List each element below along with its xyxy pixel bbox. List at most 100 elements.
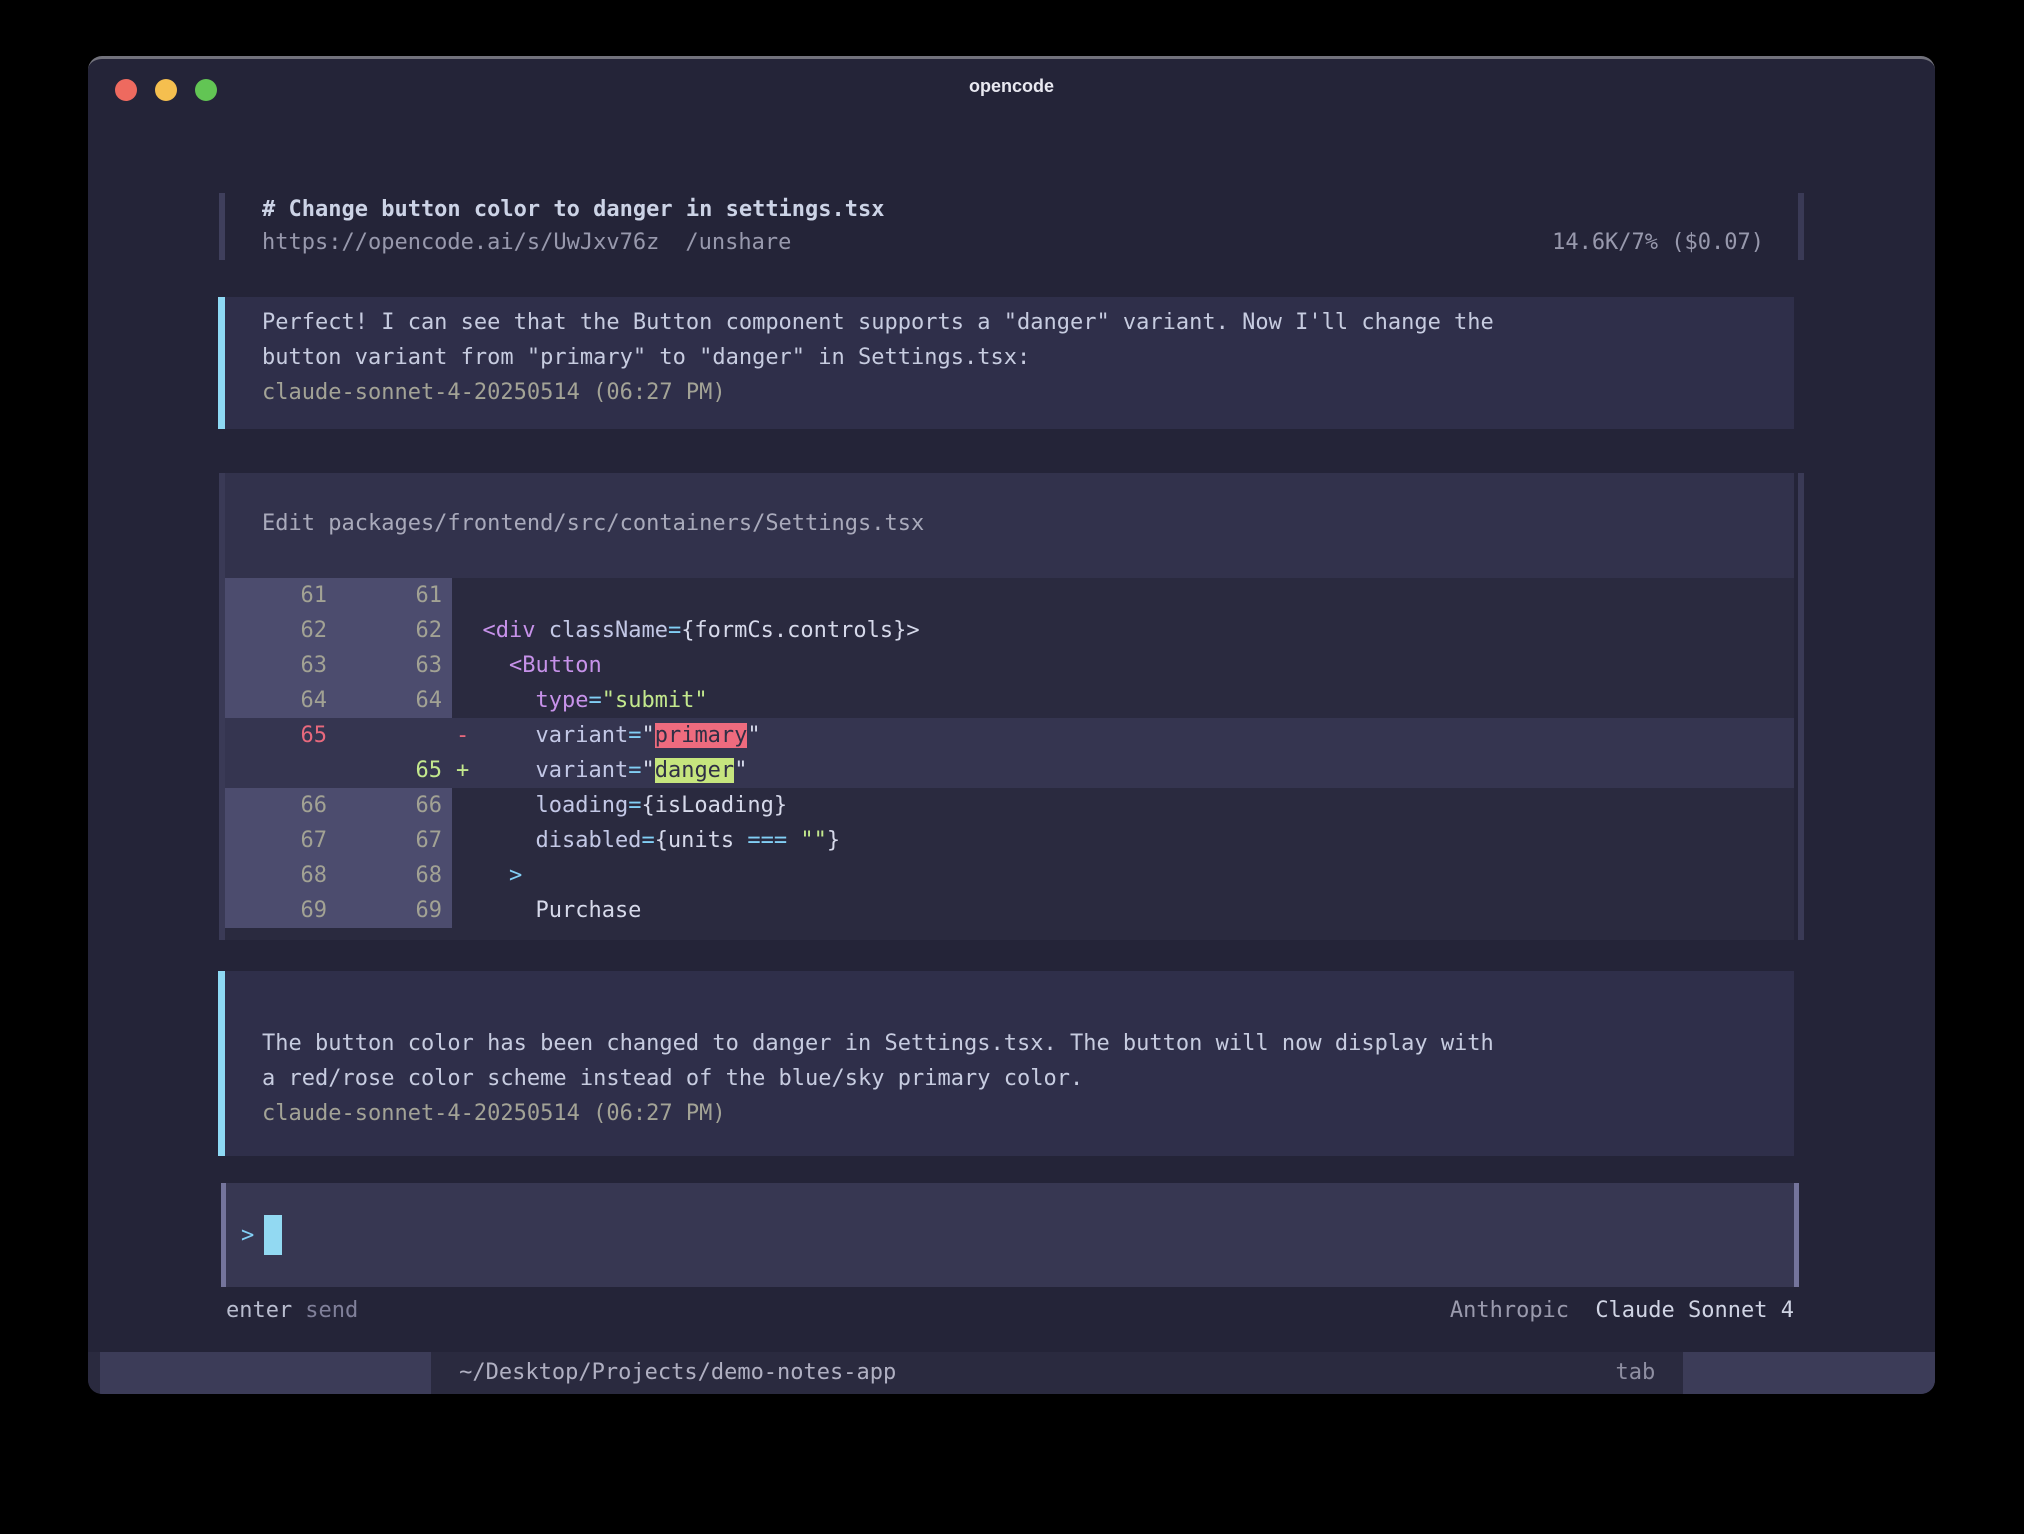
code-token: <div — [456, 618, 535, 643]
diff-view: 6161 6262 <div className={formCs.control… — [225, 578, 1794, 940]
code-token: " — [641, 758, 654, 783]
code-token — [787, 828, 800, 853]
line-number-new: 69 — [337, 893, 452, 928]
line-number-new: 62 — [337, 613, 452, 648]
session-header: # Change button color to danger in setti… — [225, 193, 1794, 260]
code-line: loading={isLoading} — [452, 788, 1794, 823]
code-line: type="submit" — [452, 683, 1794, 718]
status-bar: opencodev0.3.11 ~/Desktop/Projects/demo-… — [88, 1352, 1935, 1394]
code-token: = — [641, 828, 654, 853]
code-token: = — [668, 618, 681, 643]
code-token: "" — [800, 828, 827, 853]
cwd-path: ~/Desktop/Projects/demo-notes-app — [459, 1352, 896, 1394]
minimize-button[interactable] — [155, 79, 177, 101]
code-token: = — [588, 688, 601, 713]
code-token: {units — [655, 828, 748, 853]
removed-marker: - — [456, 723, 469, 748]
edit-tool-header: Edit packages/frontend/src/containers/Se… — [225, 473, 1794, 578]
code-token: > — [456, 863, 522, 888]
diff-row-added: 65 + variant="danger" — [225, 753, 1794, 788]
line-number-new: 63 — [337, 648, 452, 683]
diff-row: 6767 disabled={units === ""} — [225, 823, 1794, 858]
code-token: <Button — [456, 653, 602, 678]
zoom-button[interactable] — [195, 79, 217, 101]
code-token: = — [628, 793, 641, 818]
added-token: danger — [655, 758, 734, 783]
close-button[interactable] — [115, 79, 137, 101]
unshare-command[interactable]: /unshare — [685, 226, 791, 259]
code-token: {formCs.controls}> — [681, 618, 919, 643]
code-line: - variant="primary" — [452, 718, 1794, 753]
code-token: " — [734, 758, 747, 783]
opencode-window: opencode # Change button color to danger… — [88, 56, 1935, 1394]
message-text-line: Perfect! I can see that the Button compo… — [262, 305, 1794, 340]
edit-card-right-rule — [1798, 473, 1804, 940]
code-line: > — [452, 858, 1794, 893]
line-number-old: 69 — [225, 893, 337, 928]
edit-tool-card: Edit packages/frontend/src/containers/Se… — [225, 473, 1794, 940]
code-line — [452, 578, 1794, 613]
diff-row: 6666 loading={isLoading} — [225, 788, 1794, 823]
diff-row: 6363 <Button — [225, 648, 1794, 683]
line-number-new: 61 — [337, 578, 452, 613]
assistant-message: Perfect! I can see that the Button compo… — [225, 297, 1794, 429]
line-number-old: 64 — [225, 683, 337, 718]
line-number-old: 63 — [225, 648, 337, 683]
line-number-new: 68 — [337, 858, 452, 893]
diff-row: 6161 — [225, 578, 1794, 613]
tab-key-hint: tab — [1616, 1352, 1656, 1394]
added-marker: + — [456, 758, 469, 783]
app-version-badge: opencodev0.3.11 — [100, 1352, 431, 1394]
line-number-old: 68 — [225, 858, 337, 893]
code-token: loading — [456, 793, 628, 818]
code-token: variant — [469, 758, 628, 783]
line-number-old — [225, 753, 337, 788]
mode-badge[interactable]: BUILDMODE — [1683, 1352, 1935, 1394]
prompt-input[interactable]: > — [221, 1183, 1799, 1287]
titlebar: opencode — [88, 59, 1935, 113]
diff-row-removed: 65 - variant="primary" — [225, 718, 1794, 753]
code-token: " — [747, 723, 760, 748]
session-title: # Change button color to danger in setti… — [225, 193, 885, 226]
code-token: {isLoading} — [641, 793, 787, 818]
hint-send-label: send — [305, 1296, 358, 1326]
diff-row: 6969 Purchase — [225, 893, 1794, 928]
text-cursor — [264, 1215, 282, 1255]
line-number-old: 65 — [225, 718, 337, 753]
code-token: " — [641, 723, 654, 748]
code-line: disabled={units === ""} — [452, 823, 1794, 858]
removed-token: primary — [655, 723, 748, 748]
session-header-right-rule — [1798, 193, 1804, 260]
message-text-line: a red/rose color scheme instead of the b… — [262, 1061, 1794, 1096]
code-line: <div className={formCs.controls}> — [452, 613, 1794, 648]
code-token: } — [827, 828, 840, 853]
line-number-old: 61 — [225, 578, 337, 613]
code-token: variant — [469, 723, 628, 748]
assistant-message: The button color has been changed to dan… — [225, 971, 1794, 1156]
line-number-new: 67 — [337, 823, 452, 858]
code-token: = — [628, 758, 641, 783]
share-url[interactable]: https://opencode.ai/s/UwJxv76z — [262, 226, 659, 259]
model-indicator: Anthropic Claude Sonnet 4 — [1450, 1296, 1794, 1326]
status-bar-spacer — [896, 1352, 1615, 1394]
assistant-message-accent-bar — [218, 297, 225, 429]
code-token: = — [628, 723, 641, 748]
message-meta: claude-sonnet-4-20250514 (06:27 PM) — [262, 1096, 1794, 1131]
prompt-symbol: > — [241, 1223, 254, 1248]
code-line: Purchase — [452, 893, 1794, 928]
diff-row: 6262 <div className={formCs.controls}> — [225, 613, 1794, 648]
code-token: type — [456, 688, 588, 713]
footer-hints: enter send Anthropic Claude Sonnet 4 — [226, 1296, 1794, 1326]
message-text-line: button variant from "primary" to "danger… — [262, 340, 1794, 375]
code-token: disabled — [456, 828, 641, 853]
code-line: + variant="danger" — [452, 753, 1794, 788]
line-number-old: 62 — [225, 613, 337, 648]
model-name: Claude Sonnet 4 — [1595, 1298, 1794, 1323]
window-title: opencode — [969, 76, 1054, 97]
line-number-new: 64 — [337, 683, 452, 718]
code-token: "submit" — [602, 688, 708, 713]
code-token: Purchase — [456, 898, 641, 923]
assistant-message-accent-bar — [218, 971, 225, 1156]
traffic-lights — [115, 79, 217, 101]
line-number-new: 66 — [337, 788, 452, 823]
